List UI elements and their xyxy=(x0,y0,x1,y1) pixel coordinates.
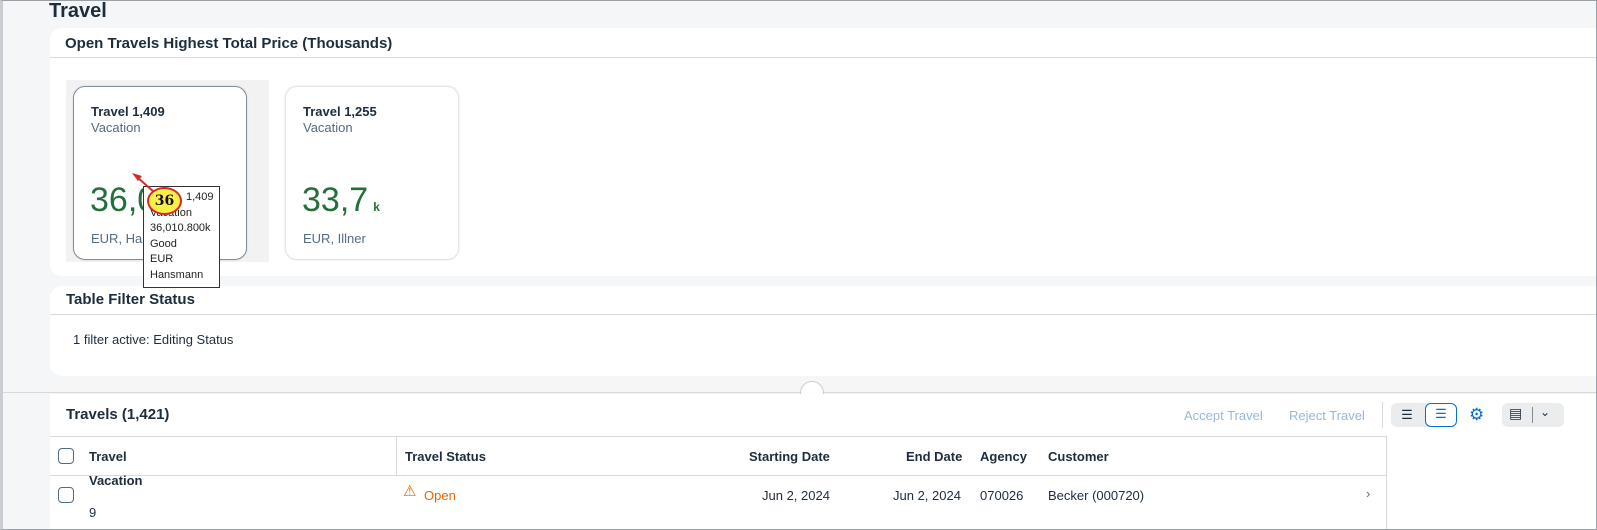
row-checkbox[interactable] xyxy=(58,487,74,503)
row-navigation-chevron-icon[interactable]: › xyxy=(1366,486,1370,501)
filter-panel-title: Table Filter Status xyxy=(50,286,1597,315)
travels-table-panel: Travels (1,421) Accept Travel Reject Tra… xyxy=(50,394,1597,530)
kpi-card-2[interactable]: Travel 1,255 Vacation 33,7 k EUR, Illner xyxy=(285,86,459,260)
agency: 070026 xyxy=(980,488,1024,503)
table-title: Travels (1,421) xyxy=(66,406,170,423)
reject-travel-button[interactable]: Reject Travel xyxy=(1289,408,1365,423)
warning-icon: ⚠ xyxy=(403,483,417,500)
tooltip-line: EUR xyxy=(150,253,174,266)
column-separator xyxy=(396,436,397,476)
select-all-checkbox[interactable] xyxy=(58,448,74,464)
column-header-travel[interactable]: Travel xyxy=(89,449,127,464)
tooltip-line: Good xyxy=(150,237,177,250)
kpi-card-subtitle: Vacation xyxy=(303,120,353,135)
gear-icon[interactable]: ⚙ xyxy=(1469,405,1484,425)
tooltip-line: Hansmann xyxy=(150,268,204,281)
hierarchy-view-icon[interactable]: ☰ xyxy=(1396,406,1418,424)
column-header-agency[interactable]: Agency xyxy=(980,449,1027,464)
filter-status-text: 1 filter active: Editing Status xyxy=(73,332,234,347)
chevron-down-icon[interactable]: ⌄ xyxy=(1540,405,1550,419)
customer: Becker (000720) xyxy=(1048,488,1145,503)
kpi-card-footer: EUR, Ha xyxy=(91,231,143,246)
flat-view-icon[interactable]: ☰ xyxy=(1425,403,1457,427)
accept-travel-button[interactable]: Accept Travel xyxy=(1184,408,1263,423)
column-header-starting-date[interactable]: Starting Date xyxy=(749,449,830,464)
travel-id: 9 xyxy=(89,505,97,520)
kpi-panel: Open Travels Highest Total Price (Thousa… xyxy=(50,28,1597,276)
kpi-card-title: Travel 1,255 xyxy=(303,104,377,119)
starting-date: Jun 2, 2024 xyxy=(762,488,830,503)
tooltip-line: 36,010.800k xyxy=(150,222,211,235)
column-header-end-date[interactable]: End Date xyxy=(906,449,962,464)
kpi-card-unit: k xyxy=(373,200,380,214)
table-header xyxy=(50,436,1387,476)
filter-panel: Table Filter Status 1 filter active: Edi… xyxy=(50,286,1597,376)
toolbar-separator xyxy=(1382,402,1383,428)
export-icon[interactable]: ▤ xyxy=(1509,405,1522,422)
column-header-customer[interactable]: Customer xyxy=(1048,449,1109,464)
kpi-panel-title: Open Travels Highest Total Price (Thousa… xyxy=(50,28,1597,58)
annotation-marker: 36 xyxy=(147,187,182,215)
column-header-status[interactable]: Travel Status xyxy=(405,449,486,464)
kpi-card-value: 33,7 k xyxy=(302,181,380,220)
export-separator xyxy=(1532,407,1533,423)
kpi-card-value-number: 33,7 xyxy=(302,181,369,219)
travel-description: Vacation xyxy=(89,473,143,488)
kpi-card-footer: EUR, Illner xyxy=(303,231,366,246)
end-date: Jun 2, 2024 xyxy=(893,488,961,503)
travel-status: Open xyxy=(424,488,456,503)
table-right-border xyxy=(1386,436,1387,530)
